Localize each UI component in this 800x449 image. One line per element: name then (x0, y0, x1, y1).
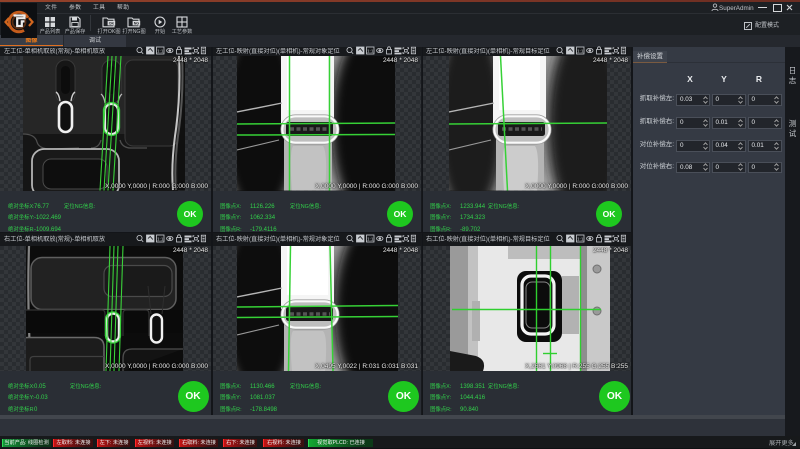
svg-text:1:1: 1:1 (367, 49, 374, 54)
svg-text:1:1: 1:1 (577, 237, 584, 242)
svg-text:OK: OK (109, 21, 115, 25)
svg-text:NG: NG (134, 21, 140, 25)
svg-text:1:1: 1:1 (577, 49, 584, 54)
svg-text:1:1: 1:1 (367, 237, 374, 242)
svg-text:1:1: 1:1 (157, 49, 164, 54)
svg-text:1:1: 1:1 (157, 237, 164, 242)
